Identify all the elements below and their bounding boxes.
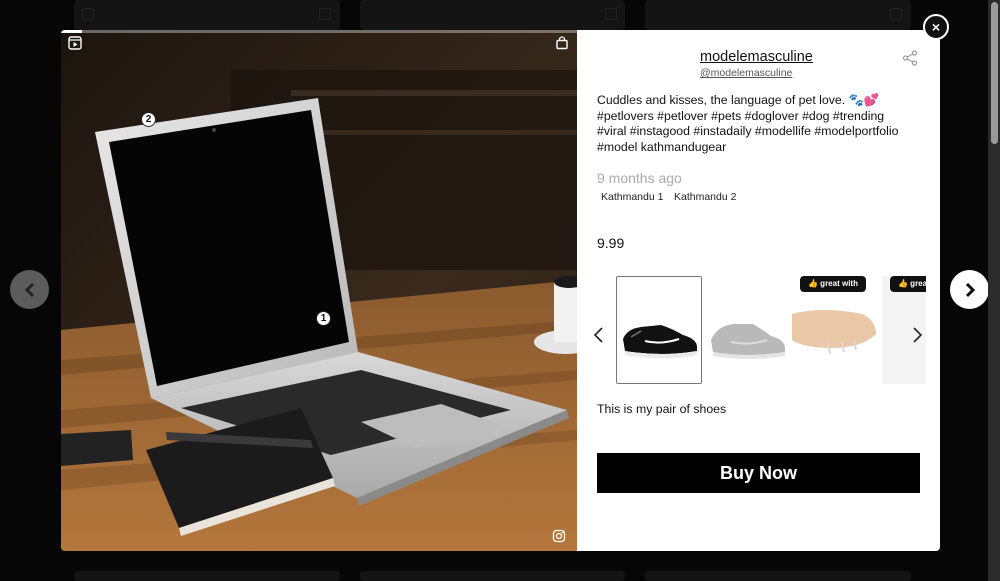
post-media[interactable]: 1 2: [61, 30, 577, 551]
product-price: 9.99: [597, 235, 625, 251]
chevron-right-icon: [965, 282, 975, 297]
close-icon[interactable]: ×: [923, 14, 949, 40]
product-description: This is my pair of shoes: [597, 402, 727, 416]
great-with-badge: 👍 great with: [800, 276, 866, 292]
post-timestamp: 9 months ago: [597, 170, 682, 186]
great-with-badge: 👍 great with: [890, 276, 926, 292]
accessory-beige-image: [792, 276, 878, 384]
post-caption: Cuddles and kisses, the language of pet …: [597, 93, 922, 155]
post-details-panel: modelemasculine @modelemasculine Cuddles…: [577, 30, 940, 551]
post-modal: 1 2 modelemasculine @modelemasculine Cud…: [61, 30, 940, 551]
buy-now-button[interactable]: Buy Now: [597, 453, 920, 493]
product-card-shoe-black[interactable]: [616, 276, 702, 384]
shopping-bag-icon[interactable]: [554, 35, 570, 51]
share-icon[interactable]: [902, 50, 918, 66]
product-carousel: 👍 great with 👍 great with: [592, 274, 932, 386]
page-scrollbar-thumb[interactable]: [991, 2, 998, 144]
caption-hashtags: #viral #instagood #instadaily #modellife…: [597, 124, 899, 138]
chevron-left-icon[interactable]: [592, 326, 606, 344]
product-card-shoe-grey[interactable]: [705, 276, 791, 384]
chevron-left-icon: [24, 282, 34, 297]
location-tag-2[interactable]: Kathmandu 2: [674, 191, 736, 203]
caption-hashtags: #model kathmandugear: [597, 139, 727, 154]
shoe-grey-image: [705, 276, 791, 384]
play-icon[interactable]: [67, 35, 83, 51]
story-progress-fill: [61, 30, 82, 33]
shoe-black-image: [617, 277, 701, 383]
product-hotspot-2[interactable]: 2: [141, 112, 156, 127]
post-username[interactable]: modelemasculine: [700, 49, 813, 65]
product-carousel-track: 👍 great with 👍 great with: [615, 274, 926, 386]
previous-post-button[interactable]: [10, 270, 49, 309]
product-card-accessory-beige[interactable]: 👍 great with: [792, 276, 878, 384]
next-post-button[interactable]: [950, 270, 989, 309]
caption-line: Cuddles and kisses, the language of pet …: [597, 93, 880, 107]
post-handle[interactable]: @modelemasculine: [700, 67, 792, 79]
product-hotspot-1[interactable]: 1: [316, 311, 331, 326]
location-tag-1[interactable]: Kathmandu 1: [601, 191, 663, 203]
chevron-right-icon[interactable]: [910, 326, 924, 344]
instagram-icon[interactable]: [551, 528, 567, 544]
laptop-photo: [61, 30, 577, 551]
caption-hashtags: #petlovers #petlover #pets #doglover #do…: [597, 108, 885, 123]
story-progress-bar: [61, 30, 577, 33]
